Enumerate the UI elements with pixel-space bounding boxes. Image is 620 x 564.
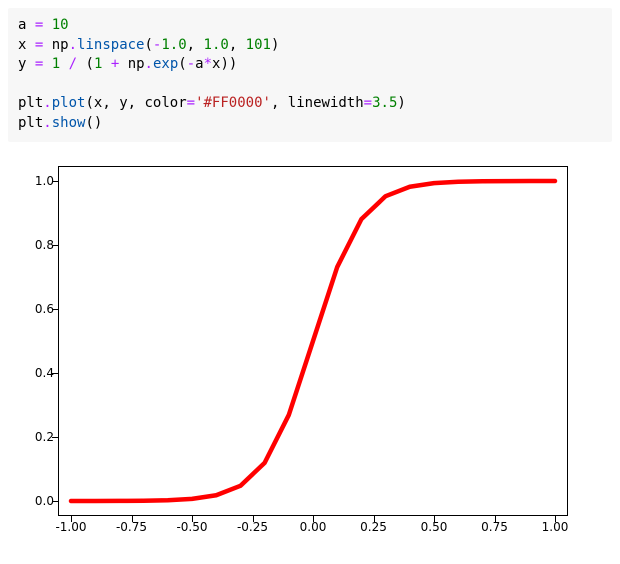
y-tick-label: 1.0: [14, 174, 54, 188]
code-token: linewidth: [288, 95, 364, 111]
code-token: (: [85, 95, 93, 111]
code-token: ): [397, 95, 405, 111]
code-token: plt: [18, 115, 43, 131]
code-token: 1: [52, 56, 60, 72]
x-tick-label: -0.75: [116, 520, 147, 534]
code-token: np: [128, 56, 145, 72]
y-tick-label: 0.0: [14, 494, 54, 508]
code-token: (: [86, 56, 94, 72]
x-tick-label: -1.00: [55, 520, 86, 534]
code-token: ,: [102, 95, 119, 111]
chart-line: [59, 167, 567, 515]
code-token: =: [35, 56, 43, 72]
code-token: =: [364, 95, 372, 111]
code-token: plt: [18, 95, 43, 111]
code-token: np: [52, 37, 69, 53]
x-tick-label: -0.25: [237, 520, 268, 534]
code-token: =: [187, 95, 195, 111]
code-token: /: [69, 56, 77, 72]
code-token: .: [69, 37, 77, 53]
x-tick-label: -0.50: [176, 520, 207, 534]
code-token: .: [43, 95, 51, 111]
y-tick-label: 0.2: [14, 430, 54, 444]
code-token: (: [178, 56, 186, 72]
code-token: exp: [153, 56, 178, 72]
code-token: ): [229, 56, 237, 72]
code-token: show: [52, 115, 86, 131]
code-token: 101: [246, 37, 271, 53]
code-token: (: [85, 115, 93, 131]
code-token: ,: [128, 95, 145, 111]
code-token: -: [187, 56, 195, 72]
x-tick-label: 0.75: [481, 520, 508, 534]
code-token: (: [144, 37, 152, 53]
y-tick-label: 0.8: [14, 238, 54, 252]
x-tick-label: 0.25: [360, 520, 387, 534]
code-token: 1.0: [161, 37, 186, 53]
code-token: a: [18, 17, 26, 33]
code-token: ): [220, 56, 228, 72]
code-token: ): [271, 37, 279, 53]
code-token: 10: [52, 17, 69, 33]
code-token: '#FF0000': [195, 95, 271, 111]
y-tick-label: 0.4: [14, 366, 54, 380]
code-token: 1.0: [204, 37, 229, 53]
code-token: linspace: [77, 37, 144, 53]
code-token: x: [18, 37, 26, 53]
line-chart: 0.0 0.2 0.4 0.6 0.8 1.0 -1.00 -0.75 -0.50 -0.25 0.…: [8, 156, 588, 556]
code-token: .: [145, 56, 153, 72]
code-token: *: [204, 56, 212, 72]
code-token: plot: [52, 95, 86, 111]
x-tick-label: 0.50: [421, 520, 448, 534]
code-token: a: [195, 56, 203, 72]
code-token: +: [111, 56, 119, 72]
code-token: ,: [187, 37, 204, 53]
code-token: y: [119, 95, 127, 111]
code-token: 1: [94, 56, 102, 72]
code-token: ,: [229, 37, 246, 53]
code-token: ,: [271, 95, 288, 111]
y-tick-label: 0.6: [14, 302, 54, 316]
code-token: =: [35, 37, 43, 53]
x-tick-label: 1.00: [542, 520, 569, 534]
code-token: y: [18, 56, 26, 72]
code-token: =: [35, 17, 43, 33]
code-token: color: [144, 95, 186, 111]
code-token: ): [94, 115, 102, 131]
code-token: 3.5: [372, 95, 397, 111]
plot-area: [58, 166, 568, 516]
x-tick-label: 0.00: [300, 520, 327, 534]
code-cell: a = 10 x = np.linspace(-1.0, 1.0, 101) y…: [8, 8, 612, 142]
code-token: .: [43, 115, 51, 131]
